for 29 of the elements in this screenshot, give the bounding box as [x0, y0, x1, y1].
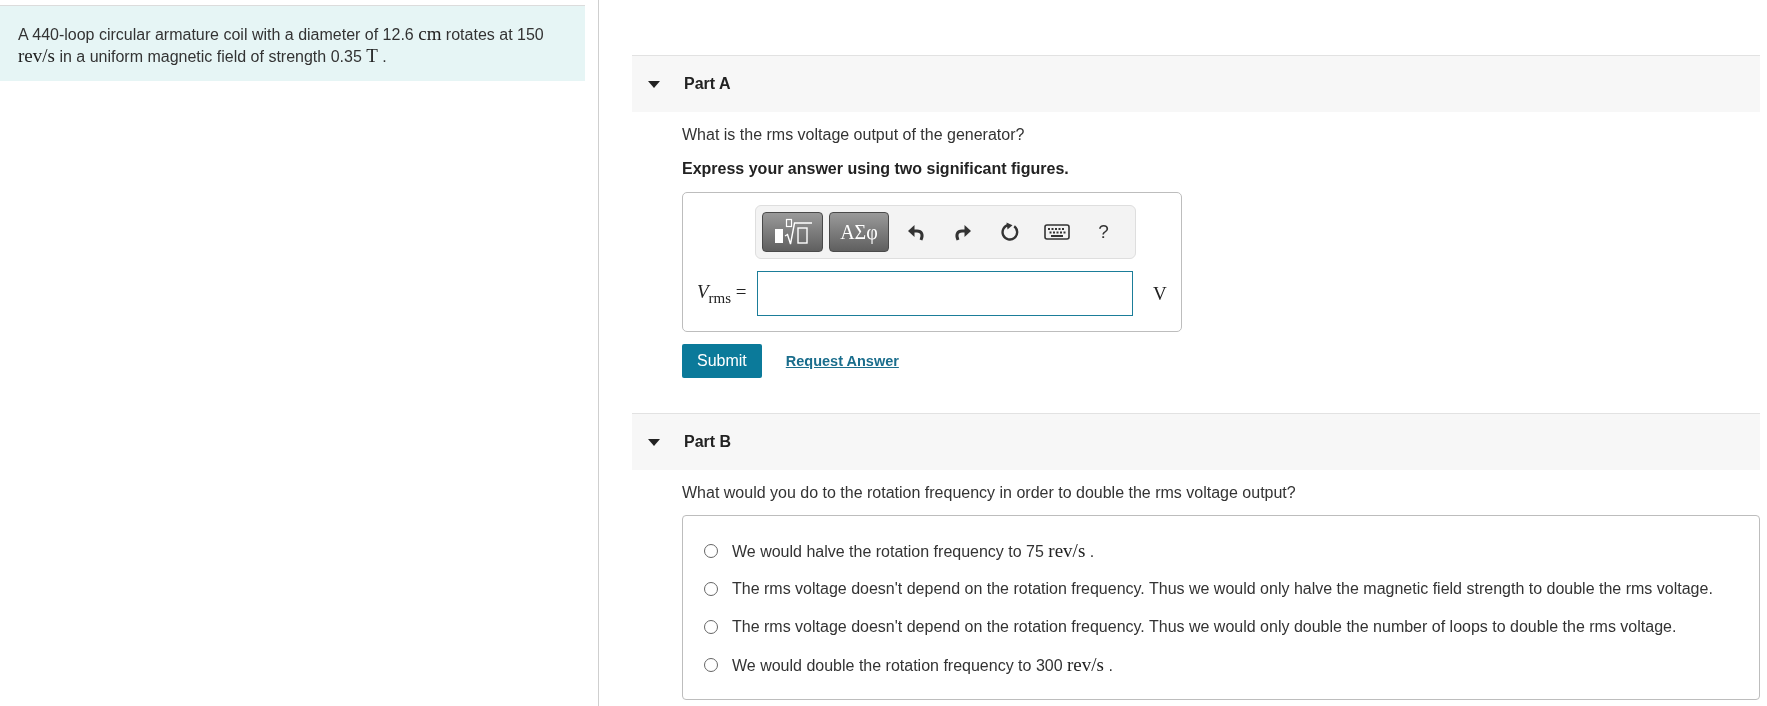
request-answer-link[interactable]: Request Answer — [785, 353, 899, 369]
instruction-text: Express your answer using two significant figures. — [682, 159, 1070, 179]
unit-label: V — [1153, 282, 1167, 305]
radio-button[interactable] — [704, 620, 718, 634]
answer-field[interactable] — [757, 271, 1133, 316]
keyboard-icon[interactable] — [1043, 224, 1070, 240]
help-button[interactable]: ? — [1083, 212, 1124, 252]
variable-label: V$_{rms}$ = — [697, 280, 748, 307]
submit-button[interactable]: Submit — [682, 344, 762, 378]
caret-icon[interactable] — [648, 80, 660, 88]
caret-icon[interactable] — [648, 438, 660, 446]
templates-button[interactable] — [762, 212, 823, 252]
square-root-icon — [772, 218, 813, 246]
radio-button[interactable] — [704, 658, 718, 672]
part-header[interactable]: Part B — [632, 413, 1760, 470]
symbols-button[interactable]: ΑΣφ — [829, 212, 889, 252]
radio-button[interactable] — [704, 544, 718, 558]
option-label[interactable]: The rms voltage doesn't depend on the rotation frequency. Thus we would only double the number of loops to double the rms voltage. — [732, 615, 1677, 639]
part-header[interactable]: Part A — [632, 55, 1760, 112]
question-text: What would you do to the rotation frequency in order to double the rms voltage output? — [682, 483, 1297, 503]
part-title: Part A — [684, 75, 731, 93]
question-text: What is the rms voltage output of the generator? — [682, 125, 1026, 145]
option-label[interactable]: We would double the rotation frequency to 300 rev/s . — [732, 652, 1113, 678]
option-label[interactable]: We would halve the rotation frequency to 75 rev/s . — [732, 538, 1095, 564]
circular-arrow-icon[interactable] — [999, 222, 1020, 242]
option-label[interactable]: The rms voltage doesn't depend on the rotation frequency. Thus we would only halve the magnetic field strength to double the rms voltage. — [732, 577, 1713, 601]
problem-text: A 440-loop circular armature coil with a diameter of 12.6 cm rotates at 150 rev/s in a uniform magnetic field of strength 0.35 T . — [18, 23, 545, 67]
part-title: Part B — [684, 433, 732, 451]
radio-button[interactable] — [704, 582, 718, 596]
